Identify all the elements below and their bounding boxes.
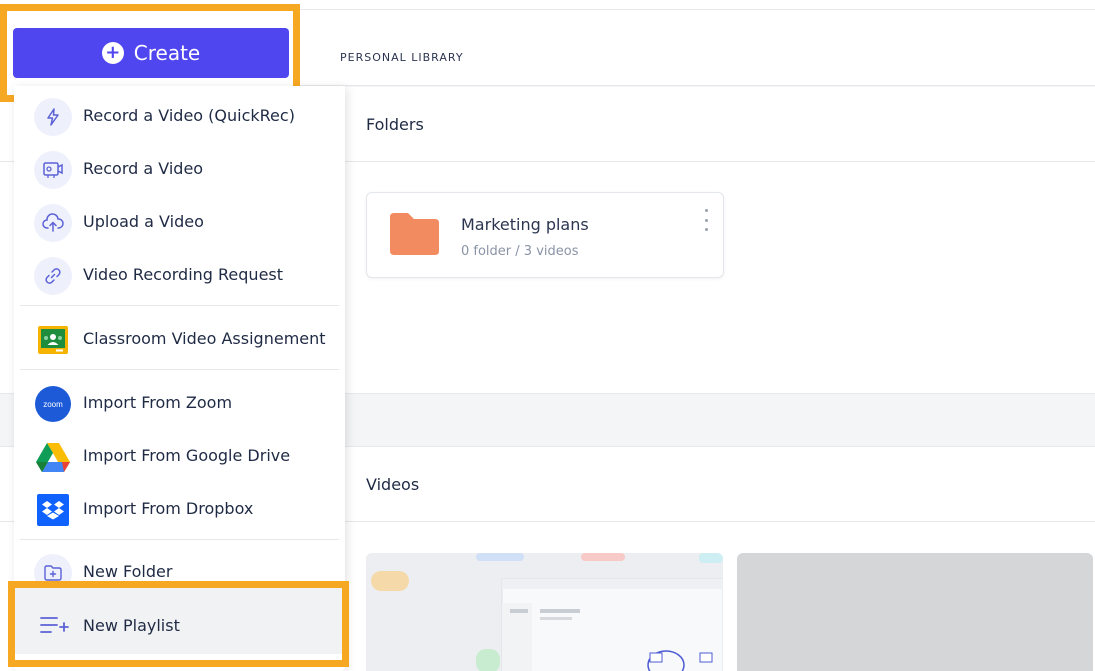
- playlist-add-icon: [40, 617, 69, 633]
- plus-circle-icon: +: [101, 42, 124, 64]
- screen-record-icon: [34, 151, 72, 189]
- menu-item-label: Upload a Video: [83, 212, 204, 231]
- google-classroom-icon: [34, 321, 72, 359]
- menu-item-record-quickrec[interactable]: Record a Video (QuickRec): [14, 89, 345, 139]
- google-drive-icon: [34, 438, 72, 476]
- create-button[interactable]: + Create: [13, 28, 289, 78]
- menu-item-label: Record a Video (QuickRec): [83, 106, 295, 125]
- lightning-icon: [34, 98, 72, 136]
- menu-item-import-google-drive[interactable]: Import From Google Drive: [14, 429, 345, 479]
- link-icon: [34, 257, 72, 295]
- menu-item-import-dropbox[interactable]: Import From Dropbox: [14, 482, 345, 532]
- video-thumbnail-preview: [366, 553, 723, 671]
- top-divider: [300, 9, 1095, 10]
- video-thumbnail[interactable]: [737, 553, 1093, 671]
- dropbox-icon: [34, 491, 72, 529]
- menu-item-label: Import From Google Drive: [83, 446, 291, 465]
- menu-item-import-zoom[interactable]: zoom Import From Zoom: [14, 376, 345, 426]
- breadcrumb: PERSONAL LIBRARY: [340, 51, 464, 64]
- zoom-icon: zoom: [34, 385, 72, 423]
- menu-item-record-video[interactable]: Record a Video: [14, 142, 345, 192]
- menu-item-label: Video Recording Request: [83, 265, 284, 284]
- create-button-label: Create: [133, 41, 201, 65]
- menu-item-label: New Playlist: [83, 616, 180, 635]
- menu-item-classroom-assignment[interactable]: Classroom Video Assignement: [14, 312, 345, 362]
- folder-card[interactable]: Marketing plans 0 folder / 3 videos: [366, 192, 724, 278]
- menu-divider: [20, 305, 339, 306]
- menu-divider: [20, 539, 339, 540]
- menu-item-new-playlist[interactable]: New Playlist: [15, 588, 342, 654]
- folder-meta: 0 folder / 3 videos: [461, 244, 579, 259]
- menu-item-label: Record a Video: [83, 159, 204, 178]
- folder-name: Marketing plans: [461, 215, 589, 234]
- menu-item-label: Import From Dropbox: [83, 499, 254, 518]
- video-thumbnail[interactable]: [366, 553, 723, 671]
- folder-icon: [390, 213, 439, 255]
- menu-divider: [20, 369, 339, 370]
- menu-item-recording-request[interactable]: Video Recording Request: [14, 248, 345, 298]
- cloud-upload-icon: [34, 204, 72, 242]
- svg-text:zoom: zoom: [43, 400, 63, 409]
- videos-title: Videos: [366, 475, 420, 494]
- menu-item-upload-video[interactable]: Upload a Video: [14, 195, 345, 245]
- kebab-menu-icon[interactable]: [701, 209, 711, 231]
- menu-item-label: Import From Zoom: [83, 393, 233, 412]
- menu-item-label: New Folder: [83, 562, 173, 581]
- folders-title: Folders: [366, 115, 424, 134]
- menu-item-label: Classroom Video Assignement: [83, 329, 326, 348]
